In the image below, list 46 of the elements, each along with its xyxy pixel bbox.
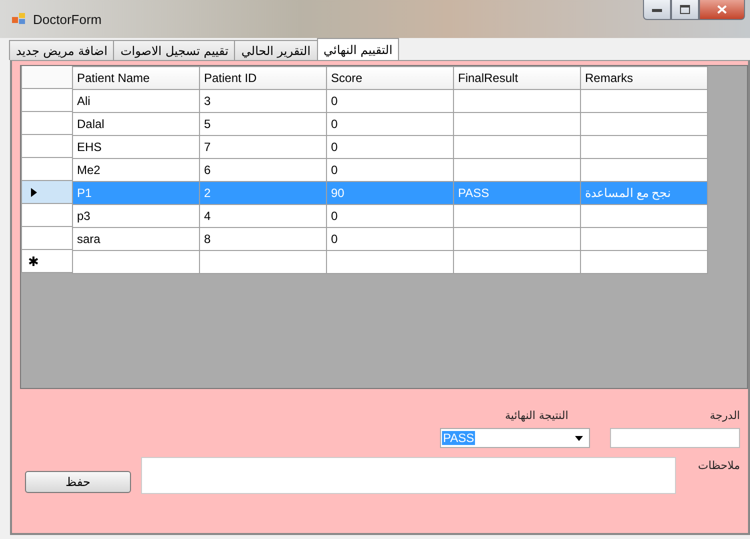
dropdown-arrow-icon <box>575 436 583 440</box>
table-cell: 2 <box>200 182 326 204</box>
table-cell: 3 <box>200 90 326 112</box>
table-cell: Dalal <box>72 112 200 136</box>
table-cell: PASS <box>454 182 580 204</box>
field-label: النتيجة النهائية <box>505 409 568 424</box>
table-cell: 90 <box>326 182 454 204</box>
column-header[interactable]: Patient ID <box>200 66 326 90</box>
minimize-icon <box>652 8 662 12</box>
minimize-button[interactable] <box>643 0 671 20</box>
close-icon <box>717 5 727 14</box>
tab[interactable]: تقييم تسجيل الاصوات <box>113 40 236 60</box>
app-icon <box>12 12 26 26</box>
score-field[interactable] <box>610 428 740 448</box>
current-row-icon <box>31 188 37 196</box>
table-cell: 0 <box>326 90 454 112</box>
tab[interactable]: التقرير الحالي <box>234 40 318 60</box>
row-header[interactable] <box>22 181 72 204</box>
table-cell: 7 <box>200 136 326 158</box>
column-header[interactable]: Patient Name <box>72 66 200 90</box>
table-cell: 0 <box>326 136 454 158</box>
table-cell: 0 <box>326 228 454 250</box>
table-cell: 0 <box>326 112 454 136</box>
window-title: DoctorForm <box>33 12 102 26</box>
close-button[interactable] <box>699 0 745 20</box>
table-cell: 8 <box>200 228 326 250</box>
table-cell: Ali <box>72 90 200 112</box>
table-cell: p3 <box>72 204 200 228</box>
table-cell: نجح مع المساعدة <box>580 182 708 204</box>
tab[interactable]: التقييم النهائي <box>316 38 400 60</box>
table-cell: 0 <box>326 204 454 228</box>
field-label: الدرجة <box>710 409 740 424</box>
table-cell: 4 <box>200 204 326 228</box>
tab[interactable]: اضافة مريض جديد <box>9 40 114 60</box>
table-cell: 5 <box>200 112 326 136</box>
field-label: ملاحظات <box>698 459 740 472</box>
save-button[interactable]: حفظ <box>25 471 131 493</box>
maximize-icon <box>680 5 690 14</box>
table-cell: EHS <box>72 136 200 158</box>
maximize-button[interactable] <box>671 0 699 20</box>
column-header[interactable]: Remarks <box>580 66 708 90</box>
column-header[interactable]: Score <box>326 66 454 90</box>
table-cell: sara <box>72 228 200 250</box>
remarks-field[interactable] <box>141 457 676 494</box>
column-header[interactable]: FinalResult <box>454 66 580 90</box>
table-cell: P1 <box>72 182 200 204</box>
